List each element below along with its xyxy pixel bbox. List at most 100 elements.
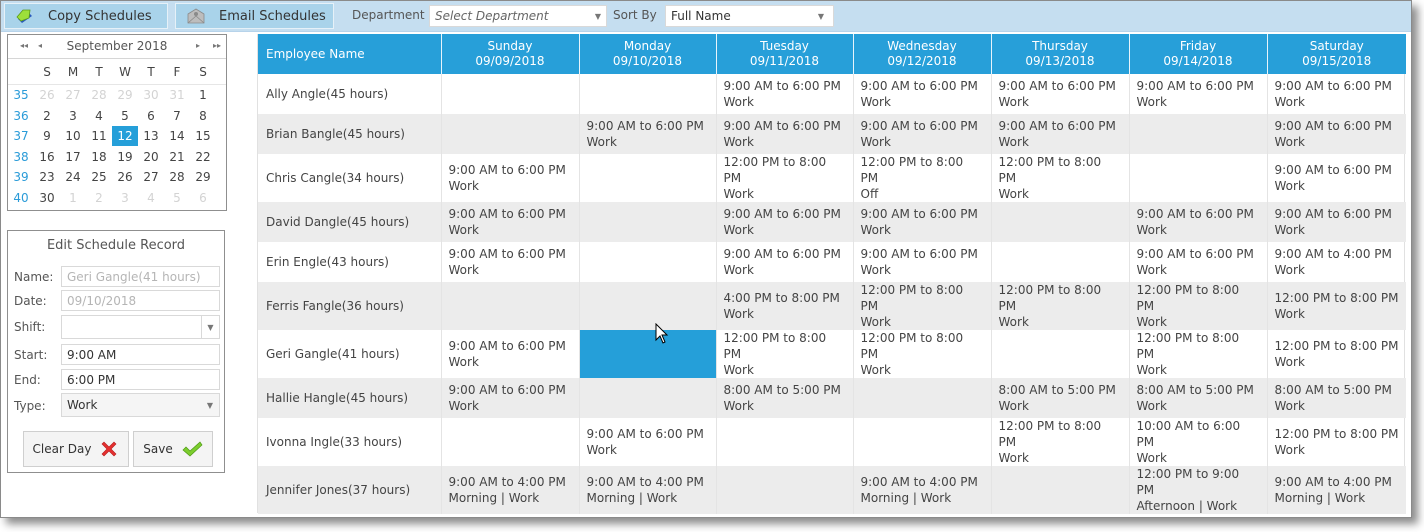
schedule-cell[interactable]: 9:00 AM to 6:00 PM Work — [579, 418, 717, 466]
schedule-cell[interactable]: 9:00 AM to 6:00 PM Work — [1267, 114, 1406, 154]
schedule-cell[interactable]: 9:00 AM to 6:00 PM Work — [716, 242, 854, 282]
calendar-day[interactable]: 7 — [164, 109, 190, 123]
employee-name-cell[interactable]: Brian Bangle(45 hours) — [258, 114, 442, 154]
schedule-cell[interactable]: 12:00 PM to 8:00 PM Work — [1267, 282, 1406, 330]
calendar-day[interactable]: 15 — [190, 129, 216, 143]
schedule-cell[interactable]: 9:00 AM to 6:00 PM Work — [853, 242, 992, 282]
schedule-cell[interactable]: 9:00 AM to 6:00 PM Work — [1129, 242, 1268, 282]
next-month-button[interactable]: ▸ — [196, 41, 200, 50]
schedule-cell[interactable]: 9:00 AM to 6:00 PM Work — [991, 74, 1130, 114]
schedule-cell[interactable]: 12:00 PM to 8:00 PM Work — [853, 330, 992, 378]
calendar-day[interactable]: 24 — [60, 170, 86, 184]
schedule-cell[interactable]: 9:00 AM to 6:00 PM Work — [441, 378, 580, 418]
copy-schedules-button[interactable]: Copy Schedules — [4, 3, 168, 29]
schedule-cell-empty[interactable] — [441, 418, 580, 466]
schedule-cell-empty[interactable] — [579, 242, 717, 282]
save-button[interactable]: Save — [133, 431, 213, 467]
clear-day-button[interactable]: Clear Day — [23, 431, 129, 467]
calendar-day[interactable]: 23 — [34, 170, 60, 184]
calendar-day[interactable]: 13 — [138, 129, 164, 143]
calendar-day[interactable]: 1 — [60, 191, 86, 205]
end-time-field[interactable]: 6:00 PM — [61, 369, 220, 390]
schedule-cell-empty[interactable] — [579, 74, 717, 114]
date-field[interactable]: 09/10/2018 — [61, 290, 220, 311]
schedule-cell[interactable]: 9:00 AM to 4:00 PM Work — [1267, 242, 1406, 282]
calendar-day[interactable]: 3 — [112, 191, 138, 205]
schedule-cell[interactable]: 12:00 PM to 8:00 PM Work — [1129, 330, 1268, 378]
calendar-day[interactable]: 28 — [86, 88, 112, 102]
schedule-cell-empty[interactable] — [716, 418, 854, 466]
calendar-day[interactable]: 2 — [34, 109, 60, 123]
calendar-day[interactable]: 26 — [112, 170, 138, 184]
schedule-cell[interactable]: 9:00 AM to 4:00 PM Morning | Work — [441, 466, 580, 514]
calendar-day[interactable]: 30 — [34, 191, 60, 205]
employee-name-cell[interactable]: Erin Engle(43 hours) — [258, 242, 442, 282]
schedule-cell[interactable]: 12:00 PM to 8:00 PM Work — [1129, 282, 1268, 330]
schedule-cell[interactable]: 9:00 AM to 4:00 PM Morning | Work — [579, 466, 717, 514]
employee-name-cell[interactable]: Chris Cangle(34 hours) — [258, 154, 442, 202]
name-field[interactable]: Geri Gangle(41 hours) — [61, 266, 220, 287]
employee-name-cell[interactable]: Jennifer Jones(37 hours) — [258, 466, 442, 514]
calendar-day[interactable]: 20 — [138, 150, 164, 164]
calendar-day[interactable]: 11 — [86, 129, 112, 143]
calendar-day[interactable]: 29 — [190, 170, 216, 184]
schedule-cell-empty[interactable] — [579, 282, 717, 330]
schedule-cell-empty[interactable] — [991, 330, 1130, 378]
schedule-cell-empty[interactable] — [441, 74, 580, 114]
employee-name-cell[interactable]: Geri Gangle(41 hours) — [258, 330, 442, 378]
day-column-header[interactable]: Friday 09/14/2018 — [1129, 34, 1268, 74]
schedule-cell[interactable]: 9:00 AM to 6:00 PM Work — [441, 154, 580, 202]
schedule-cell[interactable]: 12:00 PM to 8:00 PM Work — [716, 330, 854, 378]
calendar-day[interactable]: 25 — [86, 170, 112, 184]
schedule-cell[interactable]: 12:00 PM to 8:00 PM Work — [1267, 418, 1406, 466]
calendar-day[interactable]: 17 — [60, 150, 86, 164]
calendar-day[interactable]: 27 — [138, 170, 164, 184]
calendar-day-selected[interactable]: 12 — [112, 126, 138, 147]
schedule-cell[interactable]: 9:00 AM to 4:00 PM Morning | Work — [853, 466, 992, 514]
schedule-cell[interactable]: 9:00 AM to 6:00 PM Work — [716, 74, 854, 114]
calendar-day[interactable]: 30 — [138, 88, 164, 102]
day-column-header[interactable]: Thursday 09/13/2018 — [991, 34, 1130, 74]
schedule-cell[interactable]: 12:00 PM to 8:00 PM Work — [991, 418, 1130, 466]
schedule-cell-empty[interactable] — [991, 242, 1130, 282]
calendar-day[interactable]: 26 — [34, 88, 60, 102]
employee-name-cell[interactable]: Ivonna Ingle(33 hours) — [258, 418, 442, 466]
schedule-cell[interactable]: 12:00 PM to 8:00 PM Work — [1267, 330, 1406, 378]
calendar-day[interactable]: 5 — [164, 191, 190, 205]
schedule-cell-empty[interactable] — [441, 282, 580, 330]
calendar-day[interactable]: 3 — [60, 109, 86, 123]
calendar-day[interactable]: 4 — [138, 191, 164, 205]
schedule-cell-empty[interactable] — [716, 466, 854, 514]
schedule-cell-empty[interactable] — [1129, 114, 1268, 154]
calendar-day[interactable]: 31 — [164, 88, 190, 102]
schedule-cell[interactable]: 8:00 AM to 5:00 PM Work — [1129, 378, 1268, 418]
calendar-day[interactable]: 22 — [190, 150, 216, 164]
schedule-cell[interactable]: 9:00 AM to 6:00 PM Work — [579, 114, 717, 154]
schedule-cell[interactable]: 12:00 PM to 8:00 PM Work — [991, 154, 1130, 202]
schedule-cell-empty[interactable] — [853, 378, 992, 418]
calendar-day[interactable]: 6 — [138, 109, 164, 123]
department-select[interactable]: Select Department ▼ — [429, 5, 607, 27]
schedule-cell[interactable]: 9:00 AM to 4:00 PM Morning | Work — [1267, 466, 1406, 514]
schedule-cell[interactable]: 9:00 AM to 6:00 PM Work — [1267, 154, 1406, 202]
schedule-cell-empty[interactable] — [579, 154, 717, 202]
day-column-header[interactable]: Monday 09/10/2018 — [579, 34, 717, 74]
next-year-button[interactable]: ▸▸ — [213, 41, 221, 50]
schedule-cell[interactable]: 9:00 AM to 6:00 PM Work — [1267, 74, 1406, 114]
day-column-header[interactable]: Tuesday 09/11/2018 — [716, 34, 854, 74]
calendar-day[interactable]: 19 — [112, 150, 138, 164]
shift-select[interactable]: ▼ — [61, 315, 220, 339]
day-column-header[interactable]: Wednesday 09/12/2018 — [853, 34, 992, 74]
calendar-day[interactable]: 4 — [86, 109, 112, 123]
schedule-cell[interactable]: 12:00 PM to 8:00 PM Work — [853, 282, 992, 330]
schedule-cell-empty[interactable] — [579, 378, 717, 418]
schedule-cell[interactable]: 8:00 AM to 5:00 PM Work — [991, 378, 1130, 418]
schedule-cell[interactable]: 9:00 AM to 6:00 PM Work — [716, 114, 854, 154]
schedule-cell[interactable]: 9:00 AM to 6:00 PM Work — [441, 330, 580, 378]
calendar-day[interactable]: 6 — [190, 191, 216, 205]
calendar-day[interactable]: 1 — [190, 88, 216, 102]
schedule-cell[interactable]: 12:00 PM to 8:00 PM Work — [716, 154, 854, 202]
employee-name-cell[interactable]: David Dangle(45 hours) — [258, 202, 442, 242]
schedule-cell[interactable]: 12:00 PM to 8:00 PM Work — [991, 282, 1130, 330]
sort-by-select[interactable]: Full Name ▼ — [665, 5, 834, 27]
